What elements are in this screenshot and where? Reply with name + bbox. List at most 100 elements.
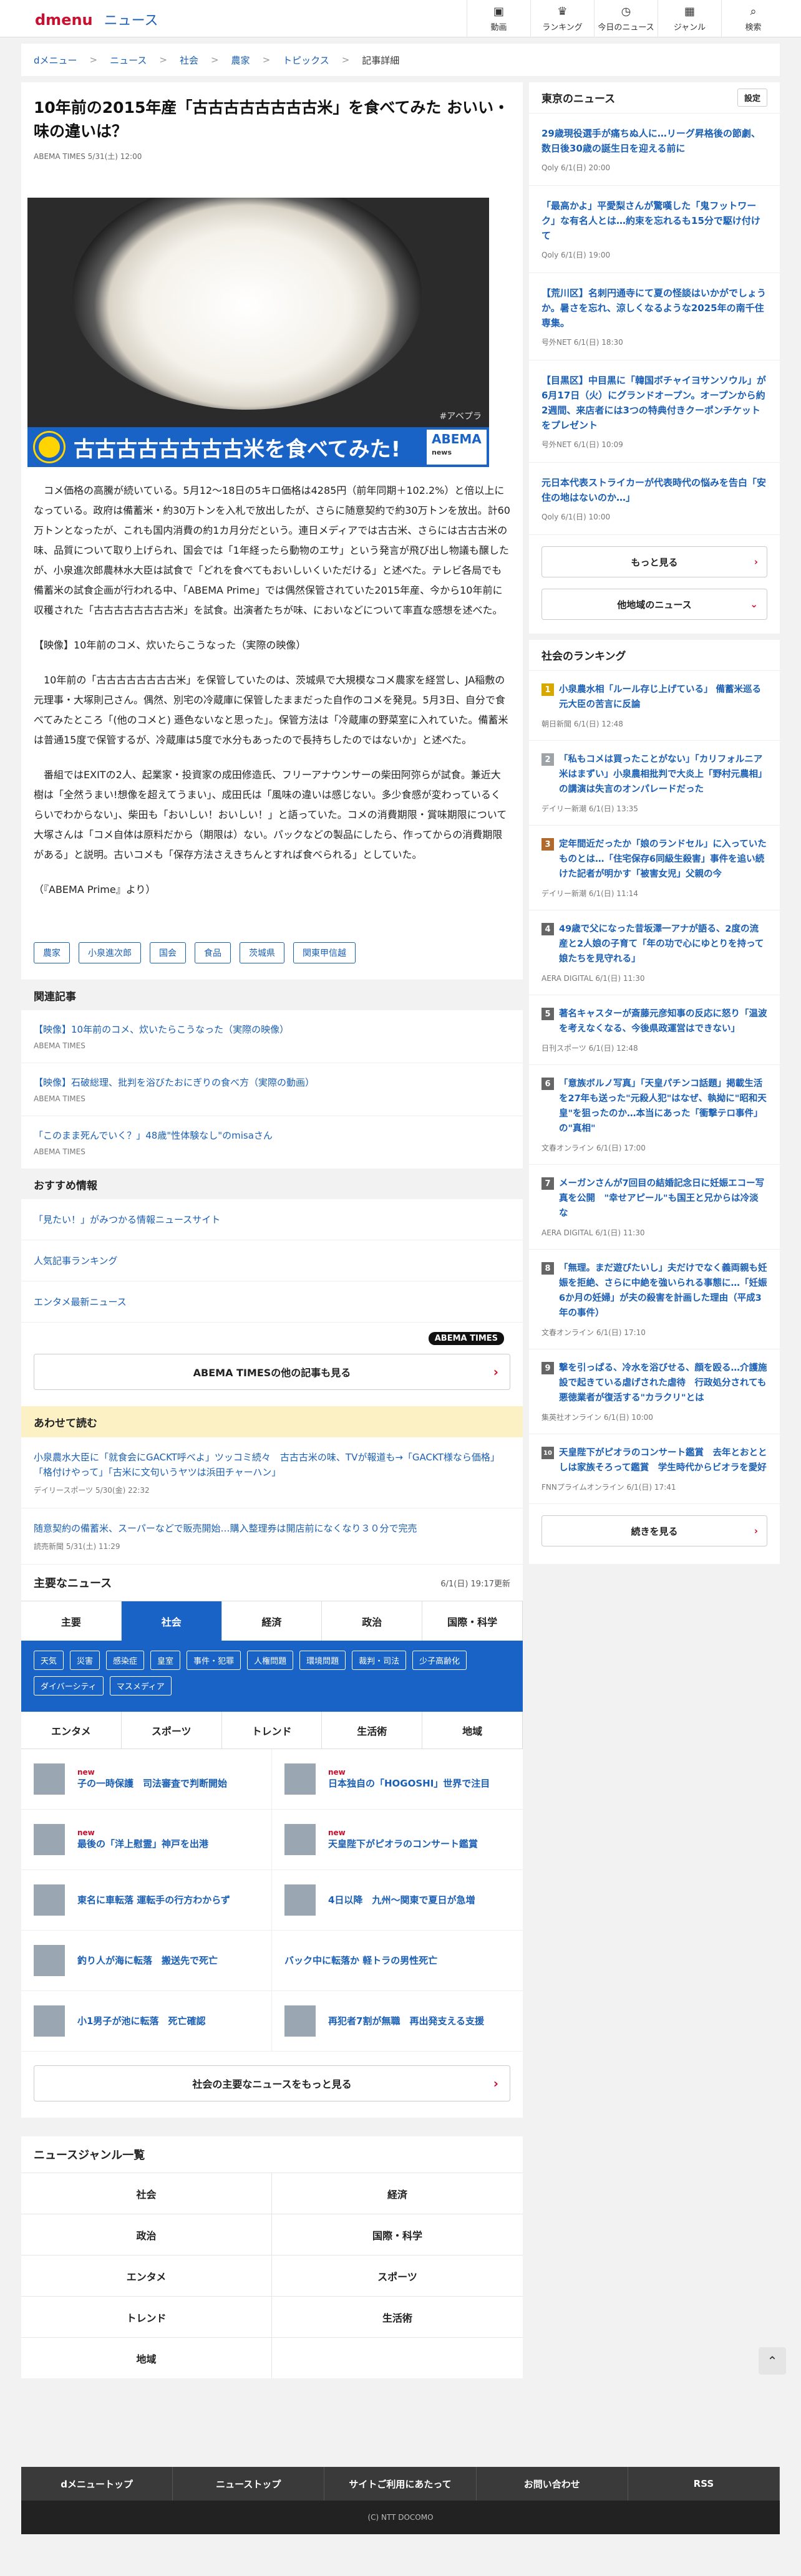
recommend-item: 人気記事ランキング [21,1240,523,1281]
topic-chip[interactable]: 皇室 [150,1651,181,1670]
footer-link[interactable]: サイトご利用にあたって [324,2467,477,2501]
breadcrumb-item[interactable]: dメニュー [34,54,77,67]
related-link[interactable]: 「このまま死んでいく？」48歳"性体験なし"のmisaさん [34,1130,273,1141]
other-region-select[interactable]: 他地域のニュース ⌄ [541,589,767,620]
tab-politics[interactable]: 政治 [322,1601,423,1641]
footer-link[interactable]: お問い合わせ [477,2467,628,2501]
genre-link[interactable]: 経済 [272,2173,523,2214]
tag[interactable]: 関東甲信越 [293,942,356,963]
ranking-link[interactable]: 撃を引っぱる、冷水を浴びせる、顔を殴る…介護施設で起きている虐げされた虐待 行政… [559,1361,767,1406]
tokyo-news-link[interactable]: 元日本代表ストライカーが代表時代の悩みを告白「安住の地はないのか…」 [541,477,766,503]
news-item[interactable]: new 子の一時保護 司法審査で判断開始 [21,1749,272,1810]
ranking-link[interactable]: 天皇陛下がピオラのコンサート鑑賞 去年とおととしは家族そろって鑑賞 学生時代から… [559,1445,767,1475]
genre-link[interactable]: トレンド [21,2296,272,2337]
service-name: ニュース [104,13,158,29]
news-item[interactable]: 再犯者7割が無職 再出発支える支援 [272,1991,523,2052]
settings-button[interactable]: 設定 [737,89,767,107]
ranking-link[interactable]: 「意族ボルノ写真」「天皇パチンコ話題」掲載生活を27年も送った"元殺人犯"はなぜ… [559,1076,767,1136]
recommend-link[interactable]: 「見たい！」がみつかる情報ニュースサイト [34,1214,220,1225]
recommend-link[interactable]: エンタメ最新ニュース [34,1296,127,1308]
tab-lifestyle[interactable]: 生活術 [322,1712,423,1749]
tab-sports[interactable]: スポーツ [122,1712,222,1749]
news-item[interactable]: 4日以降 九州〜関東で夏日が急増 [272,1870,523,1931]
nav-video[interactable]: ▣ 動画 [467,0,530,37]
scroll-top-button[interactable]: ⌃ [759,2347,786,2375]
topic-chip[interactable]: 災害 [70,1651,100,1670]
genre-link[interactable]: 国際・科学 [272,2214,523,2255]
topic-chip[interactable]: 事件・犯罪 [187,1651,241,1670]
news-item[interactable]: 東名に車転落 運転手の行方わからず [21,1870,272,1931]
news-item[interactable]: 釣り人が海に転落 搬送先で死亡 [21,1931,272,1991]
footer-link[interactable]: dメニュートップ [21,2467,173,2501]
genre-link[interactable]: 社会 [21,2173,272,2214]
genre-link[interactable]: 地域 [21,2337,272,2378]
related-link[interactable]: 【映像】石破総理、批判を浴びたおにぎりの食べ方（実際の動画） [34,1077,314,1088]
article-paragraph: コメ価格の高騰が続いている。5月12〜18日の5キロ価格は4285円（前年同期＋… [34,485,510,616]
video-link[interactable]: 【映像】10年前のコメ、炊いたらこうなった（実際の映像） [34,635,510,655]
tokyo-news-link[interactable]: 【目黒区】中目黒に「韓国ボチャイヨサンソウル」が6月17日（火）にグランドオープ… [541,375,766,431]
tokyo-news-link[interactable]: 29歳現役選手が痛ちぬ人に…リーグ昇格後の節劇、数日後30歳の誕生日を迎える前に [541,128,760,154]
breadcrumb-item[interactable]: トピックス [283,54,329,67]
topic-chip[interactable]: 天気 [34,1651,64,1670]
tab-trend[interactable]: トレンド [222,1712,323,1749]
tag[interactable]: 茨城県 [240,942,284,963]
tag[interactable]: 農家 [34,942,70,963]
genre-link[interactable]: スポーツ [272,2255,523,2296]
ranking-link[interactable]: 小泉農水相「ルール存じ上げている」 備蓄米巡る元大臣の苦言に反論 [559,682,767,712]
topic-chip[interactable]: 人権問題 [247,1651,294,1670]
news-item[interactable]: new 最後の「洋上慰霊」神戸を出港 [21,1810,272,1870]
tab-major[interactable]: 主要 [21,1601,122,1641]
abema-more-button[interactable]: ABEMA TIMESの他の記事も見る › [34,1354,510,1390]
breadcrumb-item[interactable]: 社会 [180,54,198,67]
tab-society[interactable]: 社会 [121,1601,222,1641]
ranking-card: 社会のランキング 1 小泉農水相「ルール存じ上げている」 備蓄米巡る元大臣の苦言に… [529,640,780,1564]
tokyo-news-link[interactable]: 【荒川区】名刺円通寺にて夏の怪談はいかがでしょうか。暑さを忘れ、涼しくなるような… [541,287,766,329]
nav-ranking[interactable]: ♛ ランキング [530,0,594,37]
topic-chip[interactable]: 少子高齢化 [412,1651,467,1670]
tag[interactable]: 小泉進次郎 [79,942,141,963]
related-link[interactable]: 【映像】10年前のコメ、炊いたらこうなった（実際の映像） [34,1024,289,1035]
topic-chip[interactable]: ダイバーシティ [34,1676,104,1696]
tokyo-more-button[interactable]: もっと見る › [541,546,767,577]
secondary-tabs: エンタメ スポーツ トレンド 生活術 地域 [21,1712,523,1749]
main-news-tabs: 主要 社会 経済 政治 国際・科学 [21,1601,523,1641]
topic-chip[interactable]: 裁判・司法 [352,1651,407,1670]
breadcrumb-item[interactable]: 農家 [231,54,250,67]
nav-search[interactable]: ⌕ 検索 [721,0,785,37]
news-item[interactable]: 小1男子が池に転落 死亡確認 [21,1991,272,2052]
tag[interactable]: 国会 [150,942,186,963]
main-column: 10年前の2015年産「古古古古古古古古米」を食べてみた おいい・味の違いは？ … [21,82,523,2378]
genre-link[interactable]: 生活術 [272,2296,523,2337]
footer-link[interactable]: RSS [628,2467,780,2501]
genre-link[interactable]: 政治 [21,2214,272,2255]
tab-economy[interactable]: 経済 [221,1601,323,1641]
tab-international[interactable]: 国際・科学 [422,1601,523,1641]
topic-chip[interactable]: マスメディア [109,1676,172,1696]
ranking-link[interactable]: メーガンさんが7回目の結婚記念日に妊娠エコー写真を公開 "幸せアピール"も国王と… [559,1176,767,1221]
society-more-button[interactable]: 社会の主要なニュースをもっと見る › [34,2065,510,2101]
news-item[interactable]: new 日本独自の「HOGOSHI」世界で注目 [272,1749,523,1810]
ranking-link[interactable]: 49歳で父になった昔坂澤一アナが語る、2度の流産と2人娘の子育て「年の功で心にゆ… [559,922,767,967]
ranking-link[interactable]: 「私もコメは買ったことがない」「カリフォルニア米はまずい」小泉農相批判で大炎上「… [559,752,767,797]
topic-chip[interactable]: 環境問題 [299,1651,346,1670]
ranking-link[interactable]: 定年間近だったか「娘のランドセル」に入っていたものとは…「住宅保存6同級生殺害」… [559,837,767,882]
tokyo-news-link[interactable]: 「最高かよ」平愛梨さんが驚嘆した「鬼フットワーク」な有名人とは…約束を忘れるも1… [541,200,760,241]
ranking-more-button[interactable]: 続きを見る › [541,1515,767,1546]
genre-link[interactable]: エンタメ [21,2255,272,2296]
breadcrumb-item[interactable]: ニュース [110,54,147,67]
nav-today[interactable]: ◷ 今日のニュース [594,0,658,37]
topic-chip[interactable]: 感染症 [106,1651,145,1670]
ranking-link[interactable]: 著名キャスターが斎藤元彦知事の反応に怒り「温波を考えなくなる、今後県政運営はでき… [559,1006,767,1036]
also-read-link[interactable]: 随意契約の備蓄米、スーパーなどで販売開始…購入整理券は開店前になくなり３０分で完… [34,1523,417,1534]
news-item[interactable]: new 天皇陛下がピオラのコンサート鑑賞 [272,1810,523,1870]
tab-region[interactable]: 地域 [422,1712,523,1749]
recommend-link[interactable]: 人気記事ランキング [34,1255,118,1266]
ranking-link[interactable]: 「無理。まだ遊びたいし」夫だけでなく義両親も妊娠を拒絶、さらに中絶を強いられる事… [559,1261,767,1321]
nav-genre[interactable]: ▦ ジャンル [658,0,721,37]
tab-entertainment[interactable]: エンタメ [21,1712,122,1749]
also-read-link[interactable]: 小泉農水大臣に「就食会にGACKT呼べよ」ツッコミ続々 古古古米の味、TVが報道… [34,1452,500,1478]
tag[interactable]: 食品 [195,942,231,963]
site-logo[interactable]: dmenu ニュース [35,9,158,29]
footer-link[interactable]: ニューストップ [173,2467,325,2501]
news-item[interactable]: バック中に転落か 軽トラの男性死亡 [272,1931,523,1991]
